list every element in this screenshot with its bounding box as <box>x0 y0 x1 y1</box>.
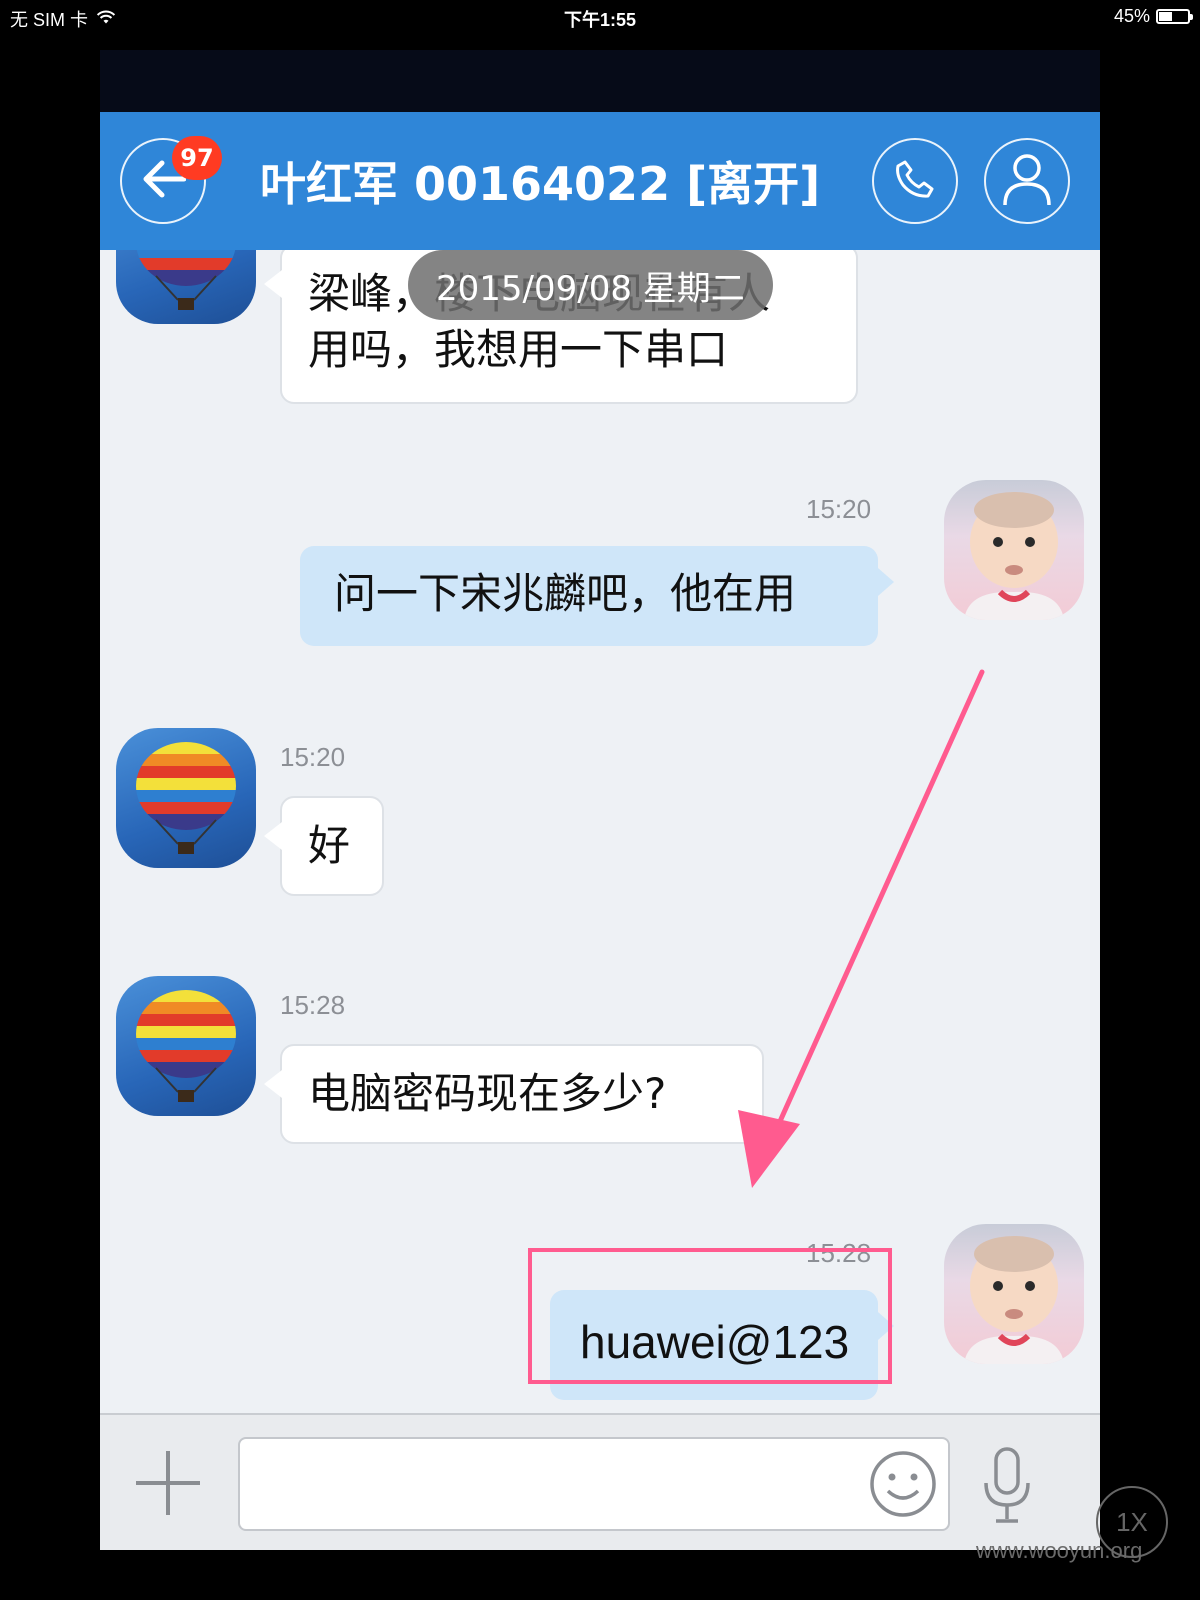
input-bar <box>100 1413 1100 1550</box>
clock: 下午1:55 <box>563 10 637 30</box>
emoji-button[interactable] <box>868 1449 938 1519</box>
message-text-line: 用吗，我想用一下串口 <box>308 325 729 374</box>
baby-photo-icon <box>964 492 1064 620</box>
battery-fill <box>1159 12 1172 21</box>
message-time: 15:28 <box>280 990 346 1020</box>
annotation-highlight-box <box>528 1248 892 1384</box>
message-bubble-incoming[interactable]: 好 <box>264 796 384 896</box>
unread-badge: 97 <box>172 136 222 180</box>
microphone-icon <box>984 1447 1030 1523</box>
smiley-icon <box>870 1451 936 1517</box>
message-text-line: 问一下宋兆麟吧，他在用 <box>334 569 797 618</box>
plus-icon <box>136 1451 200 1515</box>
message-input[interactable] <box>238 1437 950 1531</box>
chat-title: 叶红军 00164022 [离开] <box>260 157 821 211</box>
message-bubble-incoming[interactable]: 电脑密码现在多少? <box>264 1044 764 1144</box>
person-icon <box>1001 151 1053 211</box>
profile-button[interactable] <box>984 138 1070 224</box>
baby-photo-icon <box>964 1236 1064 1364</box>
call-button[interactable] <box>872 138 958 224</box>
status-right: 45% <box>1113 6 1193 27</box>
top-dark-strip <box>100 50 1100 112</box>
contact-avatar[interactable] <box>116 976 256 1116</box>
message-bubble-outgoing[interactable]: 问一下宋兆麟吧，他在用 <box>300 546 894 646</box>
nav-bar: 97 叶红军 00164022 [离开] <box>100 112 1100 250</box>
my-avatar[interactable] <box>944 480 1084 620</box>
voice-button[interactable] <box>978 1445 1036 1525</box>
status-bar: 无 SIM 卡 下午1:55 45% <box>0 0 1200 34</box>
message-list[interactable]: 梁峰，楼下电脑现在有人 用吗，我想用一下串口 2015/09/08 星期二 15… <box>100 250 1100 1413</box>
hot-air-balloon-icon <box>136 990 236 1102</box>
contact-avatar[interactable] <box>116 728 256 868</box>
add-attachment-button[interactable] <box>132 1447 204 1519</box>
message-text-line: 好 <box>308 821 351 870</box>
hot-air-balloon-icon <box>136 742 236 854</box>
message-time: 15:20 <box>280 742 346 772</box>
battery-icon <box>1156 9 1193 24</box>
hot-air-balloon-icon <box>136 250 236 310</box>
message-time: 15:20 <box>806 494 872 524</box>
watermark-text: www.wooyun.org <box>976 1538 1143 1563</box>
contact-avatar[interactable] <box>116 250 256 324</box>
phone-icon <box>893 157 937 205</box>
my-avatar[interactable] <box>944 1224 1084 1364</box>
battery-percent: 45% <box>1113 6 1150 26</box>
date-divider: 2015/09/08 星期二 <box>408 250 773 320</box>
message-text-line: 电脑密码现在多少? <box>308 1069 667 1118</box>
